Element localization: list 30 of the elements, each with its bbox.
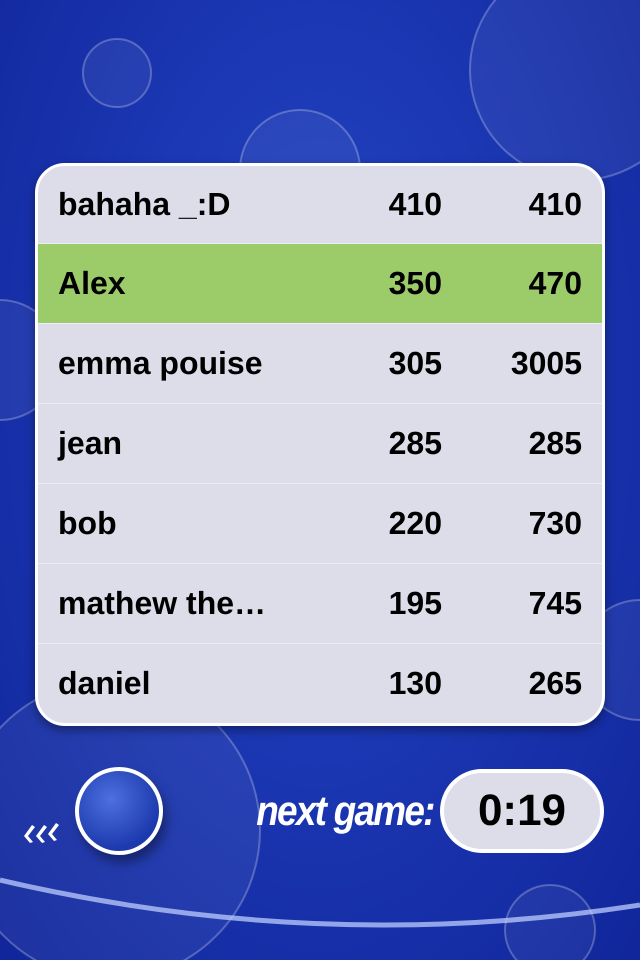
score-cell-text: 195 [388,585,442,622]
score-row[interactable]: bob 220 730 [38,483,602,563]
player-name: jean [58,425,124,462]
player-name: Alex [58,265,127,302]
total-cell-text: 285 [528,425,582,462]
score-row[interactable]: Alex 350 470 [38,243,602,323]
score-cell-text: 350 [388,265,442,302]
total-cell-text: 470 [528,265,582,302]
total-cell-text: 730 [528,505,582,542]
total-cell-text: 265 [528,665,582,702]
score-row[interactable]: bahaha _:D 410 410 [38,166,602,243]
total-cell-text: 745 [528,585,582,622]
score-cell-text: 305 [388,345,442,382]
score-cell-text: 130 [388,665,442,702]
player-name: bahaha _:D [58,186,232,223]
next-game-label: next game: [256,787,434,835]
score-row[interactable]: daniel 130 265 [38,643,602,723]
score-row[interactable]: emma pouise 305 3005 [38,323,602,403]
score-cell-text: 410 [388,186,442,223]
score-row[interactable]: mathew the… 195 745 [38,563,602,643]
player-name: mathew the… [58,585,268,622]
total-cell-text: 3005 [510,345,582,382]
player-name: bob [58,505,118,542]
score-cell-text: 220 [388,505,442,542]
player-name: emma pouise [58,345,264,382]
score-cell-text: 285 [388,425,442,462]
score-row[interactable]: jean 285 285 [38,403,602,483]
player-name: daniel [58,665,152,702]
countdown-timer: 0:19 [440,769,604,853]
total-cell-text: 410 [528,186,582,223]
